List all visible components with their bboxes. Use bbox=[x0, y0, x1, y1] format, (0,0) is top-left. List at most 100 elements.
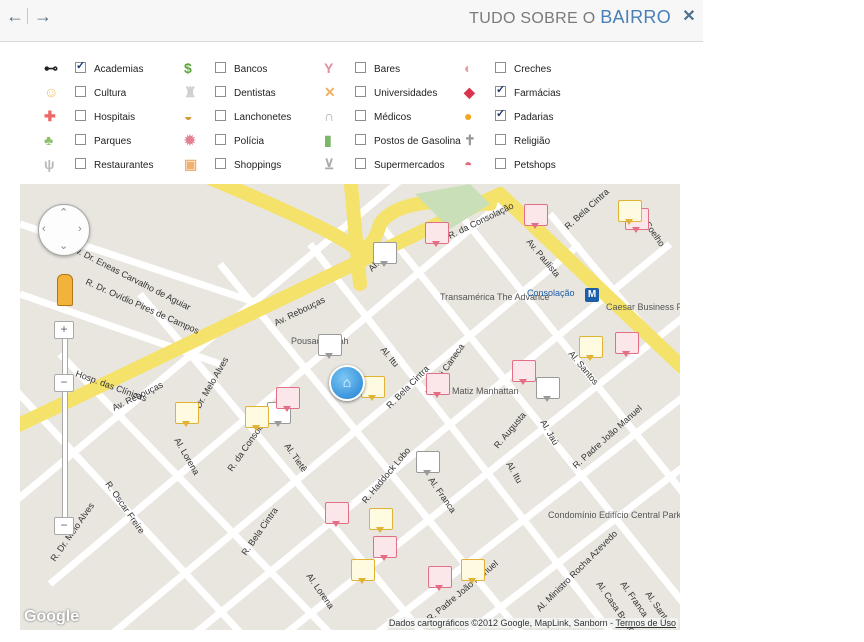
category-checkbox[interactable] bbox=[355, 62, 366, 73]
category-item[interactable]: ∩ Médicos bbox=[324, 106, 464, 128]
bakery-marker[interactable] bbox=[369, 508, 393, 534]
cocktail-icon: Y bbox=[324, 60, 334, 76]
category-checkbox[interactable] bbox=[355, 86, 366, 97]
bread-icon: ● bbox=[464, 108, 473, 124]
category-checkbox[interactable] bbox=[75, 86, 86, 97]
zoom-out-button[interactable]: − bbox=[54, 517, 74, 535]
tree-icon: ♣ bbox=[44, 132, 54, 148]
category-label: Petshops bbox=[514, 160, 556, 171]
category-checkbox[interactable] bbox=[75, 110, 86, 121]
dumbbell-icon: ⊷ bbox=[44, 60, 58, 76]
pharmacy-marker[interactable] bbox=[276, 387, 300, 413]
arrow-right-icon[interactable]: → bbox=[34, 7, 52, 25]
category-checkbox[interactable] bbox=[75, 134, 86, 145]
category-item[interactable]: ⊷ Academias bbox=[44, 58, 184, 80]
category-checkbox[interactable] bbox=[215, 158, 226, 169]
category-checkbox[interactable] bbox=[75, 59, 86, 73]
category-checkbox[interactable] bbox=[495, 134, 506, 145]
zoom-in-button[interactable]: + bbox=[54, 321, 74, 339]
bakery-marker[interactable] bbox=[351, 559, 375, 585]
category-item[interactable]: ◆ Farmácias bbox=[464, 82, 604, 104]
pan-up-icon[interactable]: ⌃ bbox=[59, 206, 68, 219]
bakery-marker[interactable] bbox=[618, 200, 642, 226]
cart-icon: ⊻ bbox=[324, 156, 335, 172]
pharmacy-marker[interactable] bbox=[512, 360, 536, 386]
category-item[interactable]: ◒ Lanchonetes bbox=[184, 106, 324, 128]
bakery-marker[interactable] bbox=[245, 406, 269, 432]
category-item[interactable]: ✚ Hospitais bbox=[44, 106, 184, 128]
category-label: Polícia bbox=[234, 136, 265, 147]
title-accent: BAIRRO bbox=[600, 7, 671, 27]
category-item[interactable]: ψ Restaurantes bbox=[44, 154, 184, 176]
neighborhood-map[interactable]: Av. Dr. Eneas Carvalho de Aguiar Al. Jaú… bbox=[20, 184, 680, 630]
category-checkbox[interactable] bbox=[215, 62, 226, 73]
category-checkbox[interactable] bbox=[75, 158, 86, 169]
category-item[interactable]: ♜ Dentistas bbox=[184, 82, 324, 104]
category-item[interactable]: ● Padarias bbox=[464, 106, 604, 128]
category-item[interactable]: ◓ Petshops bbox=[464, 154, 604, 176]
pan-right-icon[interactable]: › bbox=[78, 223, 82, 235]
poi-label: Matiz Manhattan bbox=[452, 386, 519, 396]
category-item[interactable]: ⊻ Supermercados bbox=[324, 154, 464, 176]
pharmacy-marker[interactable] bbox=[426, 373, 450, 399]
terms-of-use-link[interactable]: Termos de Uso bbox=[615, 618, 676, 628]
zoom-slider[interactable] bbox=[62, 324, 68, 526]
pan-down-icon[interactable]: ⌄ bbox=[59, 239, 68, 252]
category-label: Parques bbox=[94, 136, 132, 147]
category-item[interactable]: ✕ Universidades bbox=[324, 82, 464, 104]
dollar-icon: $ bbox=[184, 60, 192, 76]
category-label: Padarias bbox=[514, 112, 554, 123]
police-badge-icon: ✹ bbox=[184, 132, 196, 148]
category-checkbox[interactable] bbox=[495, 83, 506, 97]
category-item[interactable]: ✹ Polícia bbox=[184, 130, 324, 152]
pharmacy-marker[interactable] bbox=[425, 222, 449, 248]
category-label: Farmácias bbox=[514, 88, 561, 99]
gym-marker[interactable] bbox=[416, 451, 440, 477]
pharmacy-marker[interactable] bbox=[428, 566, 452, 592]
pharmacy-marker[interactable] bbox=[524, 204, 548, 230]
pan-control[interactable]: ⌃ ⌄ ‹ › bbox=[38, 204, 90, 256]
arrow-left-icon[interactable]: ← bbox=[6, 7, 24, 25]
gym-marker[interactable] bbox=[373, 242, 397, 268]
category-checkbox[interactable] bbox=[215, 110, 226, 121]
category-checkbox[interactable] bbox=[355, 110, 366, 121]
category-label: Academias bbox=[94, 64, 144, 75]
google-logo: Google bbox=[24, 608, 80, 625]
gym-marker[interactable] bbox=[318, 334, 342, 360]
category-checkbox[interactable] bbox=[495, 62, 506, 73]
header-bar: ← → TUDO SOBRE O BAIRRO ✕ bbox=[0, 0, 703, 42]
category-item[interactable]: ▮ Postos de Gasolina bbox=[324, 130, 464, 152]
bakery-marker[interactable] bbox=[461, 559, 485, 585]
tooth-icon: ♜ bbox=[184, 84, 197, 100]
category-checkbox[interactable] bbox=[215, 134, 226, 145]
bakery-marker[interactable] bbox=[175, 402, 199, 428]
attribution-text: Dados cartográficos ©2012 Google, MapLin… bbox=[388, 618, 614, 628]
pegman-icon[interactable] bbox=[57, 274, 73, 306]
category-checkbox[interactable] bbox=[495, 158, 506, 169]
gym-marker[interactable] bbox=[536, 377, 560, 403]
category-item[interactable]: ◐ Creches bbox=[464, 58, 604, 80]
close-icon[interactable]: ✕ bbox=[681, 6, 697, 25]
burger-icon: ◒ bbox=[184, 108, 193, 124]
category-item[interactable]: ✝ Religião bbox=[464, 130, 604, 152]
category-checkbox[interactable] bbox=[215, 86, 226, 97]
zoom-handle[interactable]: − bbox=[54, 374, 74, 392]
category-checkbox[interactable] bbox=[355, 134, 366, 145]
pharmacy-marker[interactable] bbox=[615, 332, 639, 358]
category-item[interactable]: ▣ Shoppings bbox=[184, 154, 324, 176]
nav-divider bbox=[27, 8, 28, 24]
pan-left-icon[interactable]: ‹ bbox=[42, 223, 46, 235]
category-item[interactable]: $ Bancos bbox=[184, 58, 324, 80]
category-checkbox[interactable] bbox=[355, 158, 366, 169]
bakery-marker[interactable] bbox=[579, 336, 603, 362]
category-item[interactable]: ♣ Parques bbox=[44, 130, 184, 152]
pill-icon: ◆ bbox=[464, 84, 475, 100]
poi-label: Condomínio Edifício Central Park Residen… bbox=[548, 510, 680, 520]
home-location-icon[interactable]: ⌂ bbox=[329, 365, 365, 401]
category-item[interactable]: Y Bares bbox=[324, 58, 464, 80]
category-checkbox[interactable] bbox=[495, 107, 506, 121]
category-label: Shoppings bbox=[234, 160, 282, 171]
pharmacy-marker[interactable] bbox=[373, 536, 397, 562]
pharmacy-marker[interactable] bbox=[325, 502, 349, 528]
category-item[interactable]: ☺ Cultura bbox=[44, 82, 184, 104]
